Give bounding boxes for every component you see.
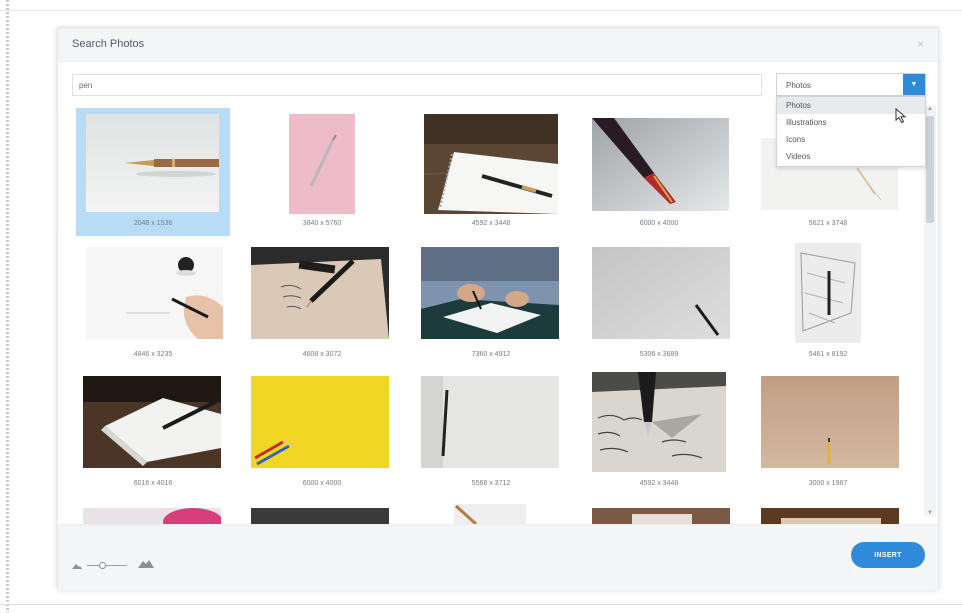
- chevron-down-icon[interactable]: ▼: [903, 74, 925, 95]
- thumbnail-size-label: 5621 x 3748: [808, 220, 848, 227]
- photo-red-fountain-pen: [592, 118, 729, 211]
- result-thumbnail[interactable]: [751, 504, 905, 524]
- scrollbar-thumb[interactable]: [926, 116, 934, 223]
- thumbnail-size-label: 5306 x 3689: [639, 351, 679, 358]
- result-thumbnail[interactable]: 6000 x 4000: [245, 372, 399, 500]
- photo-partial-light: [454, 504, 526, 524]
- result-thumbnail[interactable]: [76, 504, 230, 524]
- result-thumbnail[interactable]: 6000 x 4000: [582, 108, 736, 236]
- photo-pencil-beige: [761, 376, 899, 468]
- insert-button[interactable]: INSERT: [851, 542, 925, 568]
- search-input[interactable]: [72, 74, 762, 96]
- thumbnail-size-label: 4608 x 3072: [302, 351, 342, 358]
- dropdown-item-videos[interactable]: Videos: [777, 148, 925, 165]
- media-type-dropdown: Photos Illustrations Icons Videos: [776, 96, 926, 167]
- thumbnail-size-label: 5461 x 8192: [808, 351, 848, 358]
- photo-notebook-wood: [424, 114, 558, 214]
- media-type-select[interactable]: Photos ▼: [776, 73, 926, 96]
- result-thumbnail[interactable]: 5306 x 3689: [582, 243, 736, 371]
- result-thumbnail[interactable]: 2048 x 1536: [76, 108, 230, 236]
- slider-knob[interactable]: [99, 562, 106, 569]
- thumbnail-size-label: 4846 x 3235: [133, 351, 173, 358]
- photo-partial-desk: [592, 508, 730, 524]
- close-icon[interactable]: ×: [917, 37, 924, 51]
- photo-partial-brown: [761, 508, 899, 524]
- photo-notebook-pen: [83, 376, 221, 468]
- thumbnail-size-label: 3840 x 5760: [302, 220, 342, 227]
- results-grid: 2048 x 1536 3840 x 5760 4592 x 3448 6000…: [58, 106, 940, 524]
- photo-pencils-yellow: [251, 376, 389, 468]
- result-thumbnail[interactable]: 7360 x 4912: [414, 243, 568, 371]
- photo-fountain-pen-white: [86, 114, 219, 212]
- mountain-small-icon[interactable]: [72, 563, 82, 569]
- photo-fountain-pen-notebook: [592, 372, 726, 472]
- result-thumbnail[interactable]: 6016 x 4016: [76, 372, 230, 500]
- thumbnail-size-label: 2048 x 1536: [133, 220, 173, 227]
- page-edge: [6, 0, 9, 613]
- result-thumbnail[interactable]: 3840 x 5760: [245, 108, 399, 236]
- photo-pen-grey: [592, 247, 730, 339]
- result-thumbnail[interactable]: [414, 504, 568, 524]
- result-thumbnail[interactable]: 4608 x 3072: [245, 243, 399, 371]
- dialog-header: Search Photos ×: [58, 28, 938, 62]
- photo-pen-sketch: [795, 243, 861, 343]
- result-thumbnail[interactable]: [245, 504, 399, 524]
- photo-pencil-paper: [421, 376, 559, 468]
- thumbnail-size-label: 6000 x 4000: [302, 480, 342, 487]
- result-thumbnail[interactable]: [582, 504, 736, 524]
- thumbnail-size-label: 5568 x 3712: [471, 480, 511, 487]
- search-photos-dialog: Search Photos × Photos ▼ Photos Illustra…: [57, 27, 940, 590]
- mouse-cursor-icon: [895, 108, 907, 124]
- thumbnail-size-label: 4592 x 3448: [471, 220, 511, 227]
- result-thumbnail[interactable]: 4592 x 3448: [414, 108, 568, 236]
- thumbnail-size-label: 6000 x 4000: [639, 220, 679, 227]
- result-thumbnail[interactable]: 4592 x 3448: [582, 372, 736, 500]
- scroll-up-icon[interactable]: ▲: [927, 106, 933, 112]
- result-thumbnail[interactable]: 5461 x 8192: [751, 243, 905, 371]
- page: Search Photos × Photos ▼ Photos Illustra…: [0, 0, 962, 613]
- photo-pen-handwritten: [251, 247, 389, 339]
- media-type-value: Photos: [786, 81, 811, 90]
- photo-partial-pink: [83, 508, 221, 524]
- thumbnail-size-label: 4592 x 3448: [639, 480, 679, 487]
- dialog-footer: INSERT: [58, 524, 938, 590]
- scroll-down-icon[interactable]: ▼: [927, 510, 933, 516]
- dropdown-item-icons[interactable]: Icons: [777, 131, 925, 148]
- page-bottom-line: [0, 604, 962, 605]
- thumbnail-size-label: 3000 x 1987: [808, 480, 848, 487]
- page-top-line: [0, 10, 962, 11]
- photo-hand-writing: [86, 247, 223, 339]
- result-thumbnail[interactable]: 3000 x 1987: [751, 372, 905, 500]
- dialog-title: Search Photos: [72, 38, 145, 50]
- photo-partial-dark: [251, 508, 389, 524]
- thumbnail-size-label: 6016 x 4016: [133, 480, 173, 487]
- photo-person-writing: [421, 247, 559, 339]
- thumbnail-size-label: 7360 x 4912: [471, 351, 511, 358]
- result-thumbnail[interactable]: 5568 x 3712: [414, 372, 568, 500]
- thumbnail-size-slider[interactable]: [87, 562, 127, 569]
- result-thumbnail[interactable]: 4846 x 3235: [76, 243, 230, 371]
- mountain-large-icon[interactable]: [138, 559, 154, 568]
- results-scrollbar[interactable]: ▲ ▼: [924, 106, 936, 516]
- photo-pen-pink: [289, 114, 355, 214]
